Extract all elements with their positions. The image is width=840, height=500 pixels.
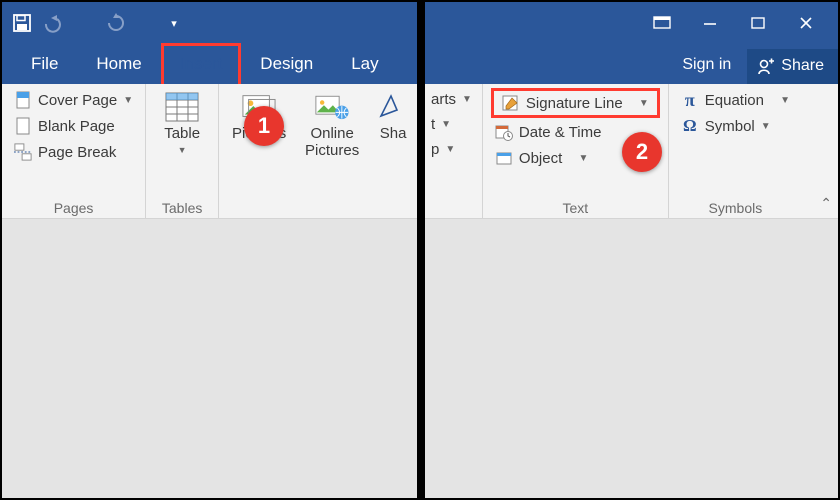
chevron-down-icon: ▼ (578, 153, 588, 164)
chevron-down-icon: ▼ (761, 121, 771, 132)
partial-t[interactable]: t▼ (427, 113, 476, 136)
blank-page-label: Blank Page (38, 118, 115, 135)
table-label: Table (164, 126, 200, 143)
partial-arts[interactable]: arts▼ (427, 88, 476, 111)
group-tables: Table ▼ Tables (146, 84, 219, 218)
chevron-down-icon: ▼ (123, 95, 133, 106)
group-pages-title: Pages (10, 196, 137, 218)
cover-page-button[interactable]: Cover Page ▼ (10, 88, 137, 112)
table-icon (165, 90, 199, 124)
share-label: Share (781, 57, 824, 75)
title-bar: ▾ (2, 2, 417, 44)
sign-in-button[interactable]: Sign in (682, 56, 747, 84)
signature-line-icon (502, 94, 520, 112)
shapes-icon (376, 90, 410, 124)
title-bar-right (425, 2, 838, 44)
blank-page-button[interactable]: Blank Page (10, 114, 137, 138)
undo-icon[interactable] (40, 9, 68, 37)
maximize-icon[interactable] (736, 9, 780, 37)
minimize-icon[interactable] (688, 9, 732, 37)
tab-file[interactable]: File (12, 43, 77, 84)
tab-insert[interactable]: Insert (161, 43, 242, 84)
symbol-label: Symbol (705, 118, 755, 135)
object-icon (495, 149, 513, 167)
callout-2: 2 (622, 132, 662, 172)
object-label: Object (519, 150, 562, 167)
date-time-label: Date & Time (519, 124, 602, 141)
page-break-button[interactable]: Page Break (10, 140, 137, 164)
chevron-down-icon: ▼ (178, 145, 187, 155)
group-symbols-title: Symbols (677, 196, 794, 218)
blank-page-icon (14, 117, 32, 135)
share-button[interactable]: Share (747, 49, 838, 84)
page-break-label: Page Break (38, 144, 116, 161)
online-pictures-button[interactable]: Online Pictures (297, 88, 367, 196)
group-pages: Cover Page ▼ Blank Page Page Break Pages (2, 84, 146, 218)
tab-home[interactable]: Home (77, 43, 160, 84)
signature-line-button[interactable]: Signature Line ▼ (491, 88, 660, 118)
customize-qat-icon[interactable]: ▾ (160, 9, 188, 37)
ribbon-tabs: File Home Insert Design Lay (2, 44, 417, 84)
group-illustrations: Pictures Online Pictures Sha (219, 84, 421, 218)
cover-page-icon (14, 91, 32, 109)
date-time-icon (495, 123, 513, 141)
pane-divider (417, 2, 425, 498)
callout-1: 1 (244, 106, 284, 146)
symbol-icon: Ω (681, 117, 699, 135)
ribbon-left: Cover Page ▼ Blank Page Page Break Pages (2, 84, 417, 219)
document-area[interactable] (2, 219, 417, 498)
ribbon-right: arts▼ t▼ p▼ Signature Line ▼ Date & Time (425, 84, 838, 219)
ribbon-tabs-right: Sign in Share (425, 44, 838, 84)
table-button[interactable]: Table ▼ (154, 88, 210, 196)
ribbon-display-options-icon[interactable] (640, 9, 684, 37)
partial-p[interactable]: p▼ (427, 138, 476, 161)
symbol-button[interactable]: Ω Symbol ▼ (677, 114, 794, 138)
group-text-title: Text (491, 196, 660, 218)
close-icon[interactable] (784, 9, 828, 37)
equation-label: Equation (705, 92, 764, 109)
shapes-button[interactable]: Sha (373, 88, 413, 196)
equation-button[interactable]: π Equation ▼ (677, 88, 794, 112)
document-area[interactable] (425, 219, 838, 498)
tab-layout[interactable]: Lay (332, 43, 385, 84)
chevron-down-icon: ▼ (639, 98, 649, 109)
cover-page-label: Cover Page (38, 92, 117, 109)
group-partial: arts▼ t▼ p▼ (425, 84, 483, 218)
group-symbols: π Equation ▼ Ω Symbol ▼ Symbols (669, 84, 802, 218)
chevron-down-icon: ▼ (780, 95, 790, 106)
tab-design[interactable]: Design (241, 43, 332, 84)
page-break-icon (14, 143, 32, 161)
redo-icon[interactable] (102, 9, 130, 37)
collapse-ribbon-icon[interactable]: ⌃ (820, 195, 832, 212)
shapes-label: Sha (380, 126, 407, 143)
equation-icon: π (681, 91, 699, 109)
group-tables-title: Tables (154, 196, 210, 218)
online-pictures-icon (315, 90, 349, 124)
share-icon (757, 57, 775, 75)
signature-line-label: Signature Line (526, 95, 623, 112)
online-pictures-label: Online Pictures (297, 126, 367, 159)
save-icon[interactable] (8, 9, 36, 37)
